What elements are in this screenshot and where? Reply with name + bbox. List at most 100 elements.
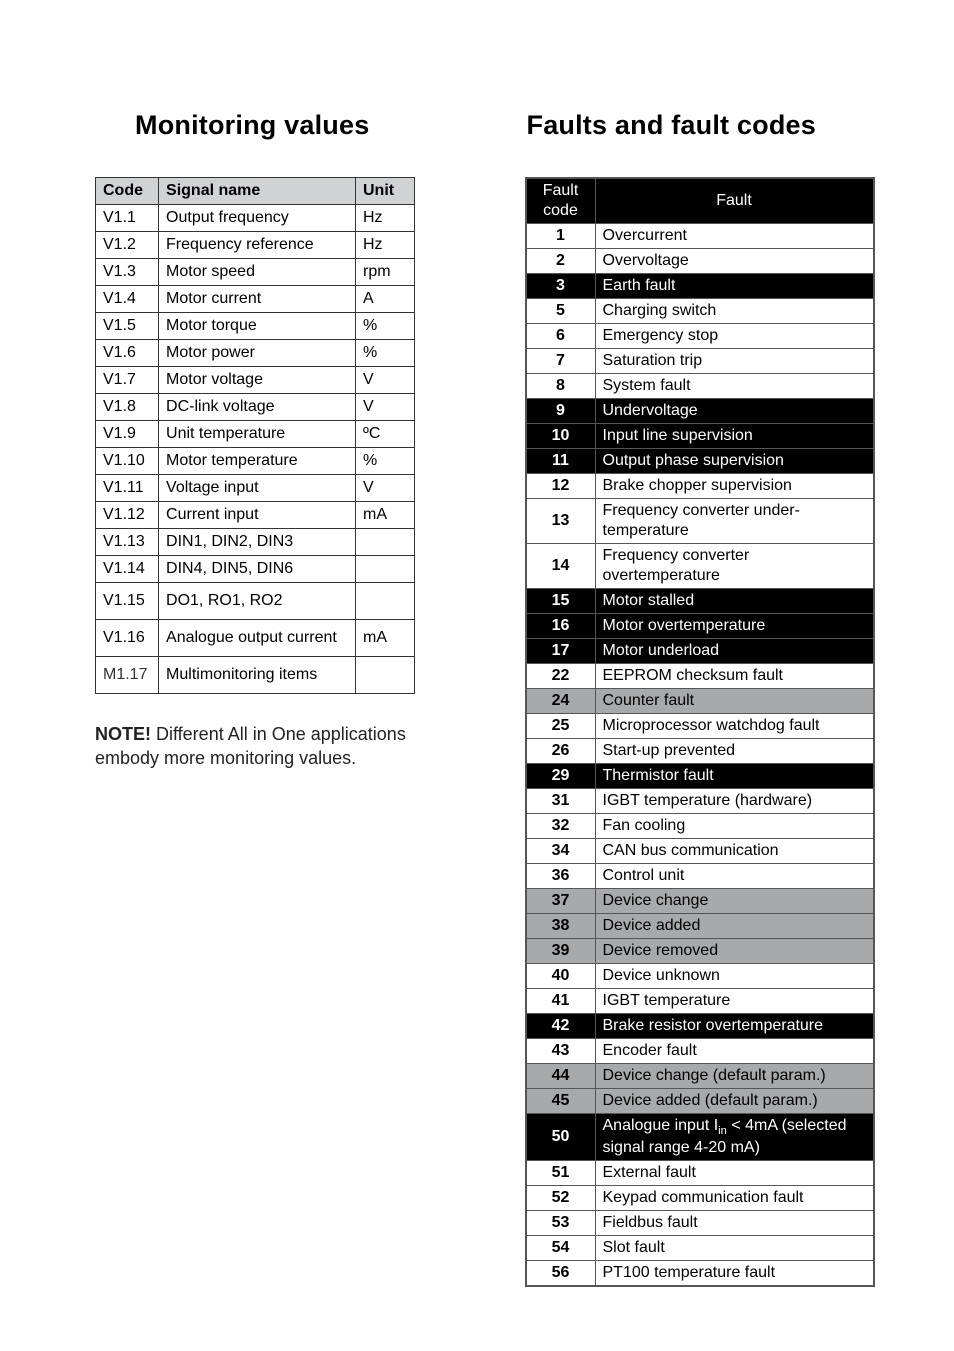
mon-unit: A xyxy=(356,286,415,313)
mon-signal: Motor current xyxy=(159,286,356,313)
table-row: 38Device added xyxy=(526,914,874,939)
table-row: 16Motor overtemperature xyxy=(526,614,874,639)
table-row: 34CAN bus communication xyxy=(526,839,874,864)
fault-code: 16 xyxy=(526,614,596,639)
fault-desc: CAN bus communication xyxy=(595,839,874,864)
mon-unit: Hz xyxy=(356,232,415,259)
table-row: V1.6Motor power% xyxy=(96,340,415,367)
table-row: V1.8DC-link voltageV xyxy=(96,394,415,421)
table-row: 17Motor underload xyxy=(526,639,874,664)
fault-code: 42 xyxy=(526,1014,596,1039)
table-row: V1.14DIN4, DIN5, DIN6 xyxy=(96,556,415,583)
fault-desc: Keypad communication fault xyxy=(595,1186,874,1211)
table-row: 31IGBT temperature (hardware) xyxy=(526,789,874,814)
fault-code: 11 xyxy=(526,449,596,474)
fault-desc: Brake chopper supervision xyxy=(595,474,874,499)
table-row: 22EEPROM checksum fault xyxy=(526,664,874,689)
mon-unit xyxy=(356,529,415,556)
fault-desc: Saturation trip xyxy=(595,349,874,374)
faults-section: Faults and fault codes Fault code Fault … xyxy=(525,110,895,1287)
fault-code: 29 xyxy=(526,764,596,789)
table-row: 24Counter fault xyxy=(526,689,874,714)
fault-desc: Frequency converter under-temperature xyxy=(595,499,874,544)
mon-code: V1.10 xyxy=(96,448,159,475)
table-row: 54Slot fault xyxy=(526,1236,874,1261)
table-row: 11Output phase supervision xyxy=(526,449,874,474)
fault-desc: EEPROM checksum fault xyxy=(595,664,874,689)
fault-desc: Encoder fault xyxy=(595,1039,874,1064)
fault-desc: Motor stalled xyxy=(595,589,874,614)
fault-desc: Motor underload xyxy=(595,639,874,664)
fault-code: 43 xyxy=(526,1039,596,1064)
mon-unit: % xyxy=(356,448,415,475)
monitoring-section: Monitoring values Code Signal name Unit … xyxy=(95,110,465,1287)
table-row: V1.3Motor speedrpm xyxy=(96,259,415,286)
fault-code: 14 xyxy=(526,544,596,589)
fault-desc: Analogue input Iin < 4mA (selected signa… xyxy=(595,1114,874,1161)
fault-code: 3 xyxy=(526,274,596,299)
mon-code: V1.6 xyxy=(96,340,159,367)
table-row: 1Overcurrent xyxy=(526,224,874,249)
mon-signal: DIN4, DIN5, DIN6 xyxy=(159,556,356,583)
table-row: 2Overvoltage xyxy=(526,249,874,274)
mon-code: M1.17 xyxy=(96,657,159,694)
table-row: V1.12Current inputmA xyxy=(96,502,415,529)
table-row: 8System fault xyxy=(526,374,874,399)
table-row: 3Earth fault xyxy=(526,274,874,299)
mon-unit: V xyxy=(356,367,415,394)
table-row: V1.11Voltage inputV xyxy=(96,475,415,502)
fault-code: 22 xyxy=(526,664,596,689)
fault-desc: Device change (default param.) xyxy=(595,1064,874,1089)
mon-code: V1.11 xyxy=(96,475,159,502)
table-row: V1.13DIN1, DIN2, DIN3 xyxy=(96,529,415,556)
table-row: V1.9Unit temperatureºC xyxy=(96,421,415,448)
mon-unit: rpm xyxy=(356,259,415,286)
fault-desc: Slot fault xyxy=(595,1236,874,1261)
table-row: V1.1Output frequencyHz xyxy=(96,205,415,232)
table-row: 32Fan cooling xyxy=(526,814,874,839)
table-row: 44Device change (default param.) xyxy=(526,1064,874,1089)
table-row: 43Encoder fault xyxy=(526,1039,874,1064)
mon-signal: Current input xyxy=(159,502,356,529)
fault-header-code: Fault code xyxy=(526,178,596,224)
fault-code: 6 xyxy=(526,324,596,349)
table-row: 53Fieldbus fault xyxy=(526,1211,874,1236)
fault-code: 7 xyxy=(526,349,596,374)
mon-signal: DO1, RO1, RO2 xyxy=(159,583,356,620)
fault-desc: Control unit xyxy=(595,864,874,889)
mon-unit: % xyxy=(356,313,415,340)
mon-signal: Motor voltage xyxy=(159,367,356,394)
mon-code: V1.1 xyxy=(96,205,159,232)
fault-code: 45 xyxy=(526,1089,596,1114)
fault-desc: Device unknown xyxy=(595,964,874,989)
table-row: 41IGBT temperature xyxy=(526,989,874,1014)
fault-desc: Brake resistor overtemperature xyxy=(595,1014,874,1039)
mon-code: V1.14 xyxy=(96,556,159,583)
fault-desc: Frequency converter overtemperature xyxy=(595,544,874,589)
fault-code: 10 xyxy=(526,424,596,449)
fault-desc: Device added xyxy=(595,914,874,939)
fault-desc: Device change xyxy=(595,889,874,914)
fault-code: 8 xyxy=(526,374,596,399)
fault-code: 31 xyxy=(526,789,596,814)
table-row: 45Device added (default param.) xyxy=(526,1089,874,1114)
fault-desc: Start-up prevented xyxy=(595,739,874,764)
mon-signal: DIN1, DIN2, DIN3 xyxy=(159,529,356,556)
fault-header-fault: Fault xyxy=(595,178,874,224)
fault-code: 38 xyxy=(526,914,596,939)
table-row: 25Microprocessor watchdog fault xyxy=(526,714,874,739)
monitoring-title: Monitoring values xyxy=(135,110,465,141)
mon-unit: mA xyxy=(356,502,415,529)
table-row: 13Frequency converter under-temperature xyxy=(526,499,874,544)
mon-code: V1.2 xyxy=(96,232,159,259)
mon-unit: Hz xyxy=(356,205,415,232)
mon-unit: V xyxy=(356,394,415,421)
table-row: V1.15DO1, RO1, RO2 xyxy=(96,583,415,620)
fault-code: 56 xyxy=(526,1261,596,1287)
table-row: 52Keypad communication fault xyxy=(526,1186,874,1211)
fault-code: 39 xyxy=(526,939,596,964)
table-row: V1.7Motor voltageV xyxy=(96,367,415,394)
fault-code: 9 xyxy=(526,399,596,424)
fault-desc: External fault xyxy=(595,1161,874,1186)
mon-unit: mA xyxy=(356,620,415,657)
